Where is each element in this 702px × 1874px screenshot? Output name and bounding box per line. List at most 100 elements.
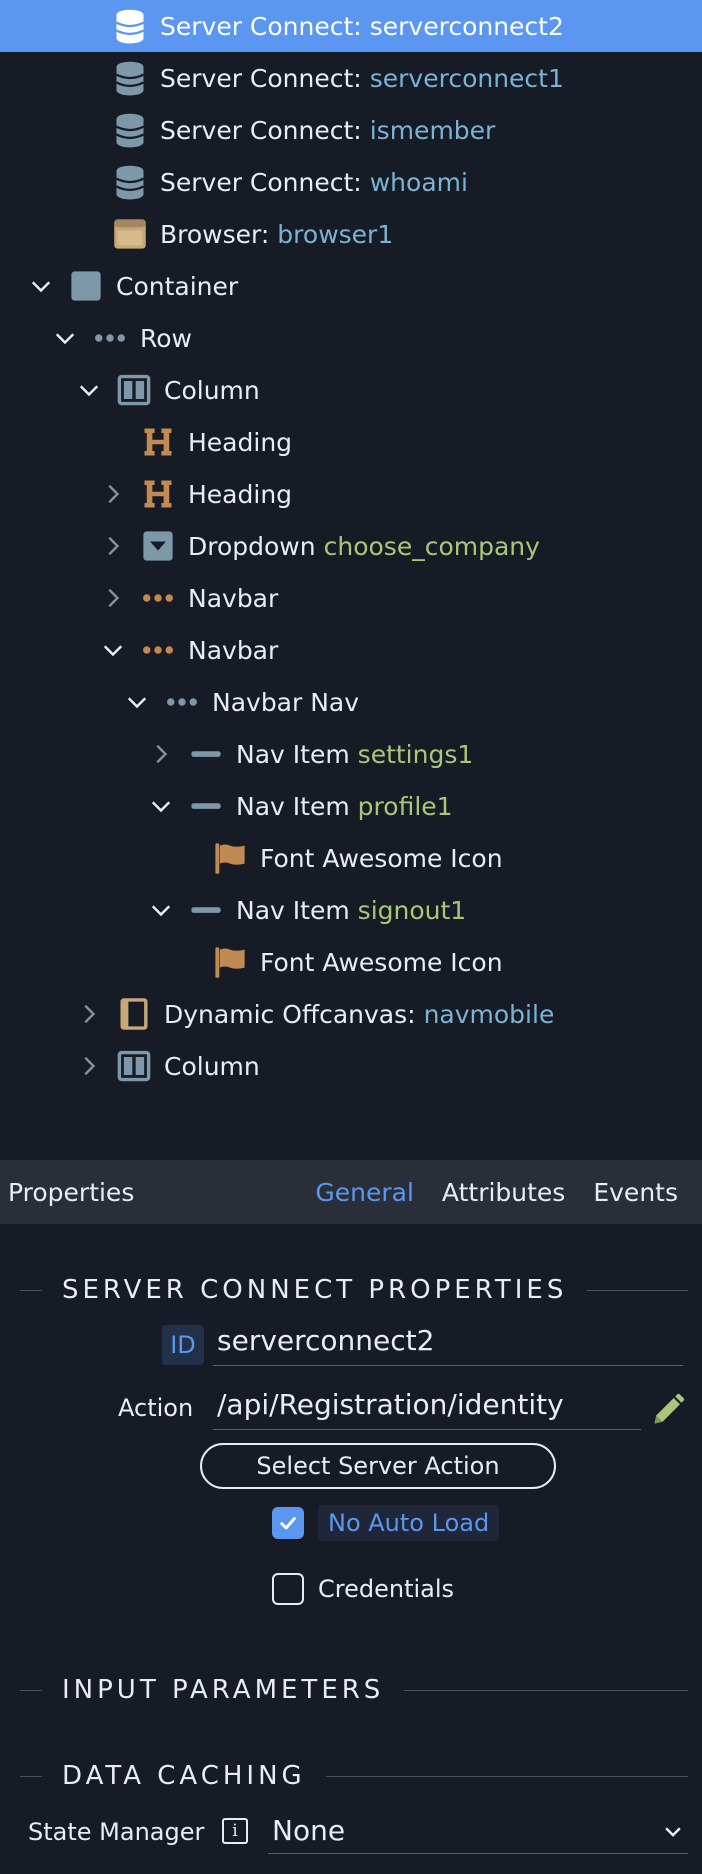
tree-node-ref: navmobile [423, 999, 555, 1029]
tree-node[interactable]: Server Connect: whoami [0, 156, 702, 208]
info-icon[interactable]: i [222, 1818, 248, 1844]
database-icon [112, 164, 148, 200]
tree-node[interactable]: Container [0, 260, 702, 312]
nav-item-icon [188, 736, 224, 772]
no-auto-load-checkbox[interactable] [272, 1507, 304, 1539]
section-server-connect-properties: SERVER CONNECT PROPERTIES [20, 1270, 688, 1310]
collapse-toggle[interactable] [74, 375, 104, 405]
collapse-toggle[interactable] [122, 687, 152, 717]
tree-node[interactable]: Server Connect: serverconnect2 [0, 0, 702, 52]
tree-node[interactable]: Nav Item signout1 [0, 884, 702, 936]
section-data-caching[interactable]: DATA CACHING [20, 1756, 688, 1796]
tree-node[interactable]: Heading [0, 416, 702, 468]
tree-node-label: Server Connect: [160, 63, 362, 93]
tree-node-label: Nav Item [236, 791, 350, 821]
chevron-right-icon [84, 1004, 96, 1024]
chevron-down-icon [79, 385, 99, 397]
tree-node-label: Nav Item [236, 895, 350, 925]
properties-header: Properties General Attributes Events [0, 1160, 702, 1224]
no-auto-load-label[interactable]: No Auto Load [318, 1505, 500, 1541]
chevron-down-icon [55, 333, 75, 345]
pencil-icon[interactable] [650, 1392, 686, 1428]
chevron-right-icon [108, 536, 120, 556]
tree-node[interactable]: Dynamic Offcanvas: navmobile [0, 988, 702, 1040]
tree-node[interactable]: Server Connect: serverconnect1 [0, 52, 702, 104]
chevron-right-icon [84, 1056, 96, 1076]
tree-node-label: Column [164, 375, 260, 405]
tree-node[interactable]: Font Awesome Icon [0, 832, 702, 884]
tree-node-ref: serverconnect2 [369, 11, 564, 41]
select-server-action-button[interactable]: Select Server Action [200, 1443, 556, 1489]
tree-node-label: Font Awesome Icon [260, 843, 503, 873]
properties-tabs: General Attributes Events [311, 1178, 702, 1207]
checkmark-icon [280, 1517, 296, 1530]
tree-node[interactable]: Column [0, 1040, 702, 1092]
tree-node[interactable]: Browser: browser1 [0, 208, 702, 260]
heading-icon [140, 476, 176, 512]
offcanvas-icon [116, 996, 152, 1032]
tree-node-label: Container [116, 271, 239, 301]
expand-toggle[interactable] [74, 999, 104, 1029]
tree-node[interactable]: Row [0, 312, 702, 364]
tree-node[interactable]: Nav Item settings1 [0, 728, 702, 780]
credentials-checkbox[interactable] [272, 1573, 304, 1605]
expand-toggle[interactable] [98, 531, 128, 561]
browser-icon [112, 216, 148, 252]
row-dots-icon [92, 320, 128, 356]
tree-node-label: Heading [188, 479, 293, 509]
state-manager-label: State Manager [28, 1818, 205, 1846]
expand-toggle[interactable] [98, 583, 128, 613]
tree-node-ref: browser1 [277, 219, 394, 249]
tree-node-label: Dynamic Offcanvas: [164, 999, 416, 1029]
flag-icon [212, 944, 248, 980]
id-input[interactable] [213, 1322, 683, 1366]
expand-toggle[interactable] [146, 739, 176, 769]
chevron-down-icon [127, 697, 147, 709]
collapse-toggle[interactable] [98, 635, 128, 665]
app-structure-tree: Server Connect: serverconnect2 Server Conn… [0, 0, 702, 1160]
collapse-toggle[interactable] [50, 323, 80, 353]
chevron-right-icon [108, 484, 120, 504]
tree-node[interactable]: Column [0, 364, 702, 416]
tree-node-label: Navbar Nav [212, 687, 360, 717]
tree-node-label: Server Connect: [160, 115, 362, 145]
tree-node-label: Nav Item [236, 739, 350, 769]
collapse-toggle[interactable] [26, 271, 56, 301]
collapse-toggle[interactable] [146, 791, 176, 821]
tree-node-ref: whoami [369, 167, 468, 197]
section-input-parameters[interactable]: INPUT PARAMETERS [20, 1670, 688, 1710]
container-icon [68, 268, 104, 304]
tree-node-ref: serverconnect1 [369, 63, 564, 93]
tree-node[interactable]: Dropdown choose_company [0, 520, 702, 572]
tree-node-label: Row [140, 323, 192, 353]
chevron-right-icon [156, 744, 168, 764]
tree-node[interactable]: Navbar Nav [0, 676, 702, 728]
tree-node[interactable]: Heading [0, 468, 702, 520]
nav-item-icon [188, 892, 224, 928]
tree-node[interactable]: Font Awesome Icon [0, 936, 702, 988]
tree-node-label: Navbar [188, 635, 279, 665]
state-manager-select[interactable]: None [268, 1808, 688, 1854]
action-input[interactable] [213, 1386, 641, 1430]
expand-toggle[interactable] [98, 479, 128, 509]
expand-toggle[interactable] [74, 1051, 104, 1081]
tab-general[interactable]: General [315, 1178, 414, 1207]
chevron-down-icon [665, 1826, 681, 1837]
tab-attributes[interactable]: Attributes [442, 1178, 565, 1207]
chevron-down-icon [103, 645, 123, 657]
tab-events[interactable]: Events [593, 1178, 678, 1207]
chevron-down-icon [31, 281, 51, 293]
section-title: SERVER CONNECT PROPERTIES [62, 1275, 568, 1305]
tree-node-ref: ismember [369, 115, 496, 145]
action-label: Action [118, 1394, 194, 1422]
tree-node-label: Dropdown [188, 531, 316, 561]
tree-node[interactable]: Server Connect: ismember [0, 104, 702, 156]
nav-dots-icon [164, 684, 200, 720]
tree-node[interactable]: Navbar [0, 572, 702, 624]
credentials-label[interactable]: Credentials [318, 1575, 454, 1603]
collapse-toggle[interactable] [146, 895, 176, 925]
database-icon [112, 112, 148, 148]
tree-node[interactable]: Navbar [0, 624, 702, 676]
tree-node[interactable]: Nav Item profile1 [0, 780, 702, 832]
tree-node-label: Browser: [160, 219, 270, 249]
